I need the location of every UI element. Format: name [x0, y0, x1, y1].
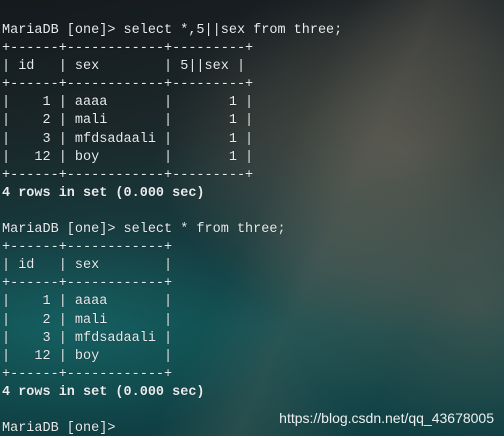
- terminal-output[interactable]: MariaDB [one]> select *,5||sex from thre…: [2, 22, 342, 438]
- table-border: +------+------------+: [2, 276, 173, 292]
- table-row: | 2 | mali | 1 |: [2, 113, 254, 129]
- result-summary: 4 rows in set (0.000 sec): [2, 384, 205, 400]
- terminal-line-command: MariaDB [one]> select * from three;: [2, 222, 286, 238]
- table-row: | 2 | mali |: [2, 312, 173, 328]
- table-row: | 1 | aaaa | 1 |: [2, 95, 254, 111]
- table-row: | 12 | boy | 1 |: [2, 149, 254, 165]
- terminal-line-command: MariaDB [one]> select *,5||sex from thre…: [2, 23, 343, 38]
- watermark-text: https://blog.csdn.net/qq_43678005: [279, 410, 494, 426]
- table-header-row: | id | sex | 5||sex |: [2, 59, 246, 75]
- table-row: | 3 | mfdsadaali |: [2, 330, 173, 346]
- table-row: | 1 | aaaa |: [2, 294, 173, 310]
- table-border: +------+------------+---------+: [2, 41, 254, 57]
- table-border: +------+------------+: [2, 240, 173, 256]
- table-row: | 12 | boy |: [2, 348, 173, 364]
- table-border: +------+------------+---------+: [2, 167, 254, 183]
- table-border: +------+------------+---------+: [2, 77, 254, 93]
- table-header-row: | id | sex |: [2, 258, 173, 274]
- table-row: | 3 | mfdsadaali | 1 |: [2, 131, 254, 147]
- table-border: +------+------------+: [2, 366, 173, 382]
- result-summary: 4 rows in set (0.000 sec): [2, 185, 205, 201]
